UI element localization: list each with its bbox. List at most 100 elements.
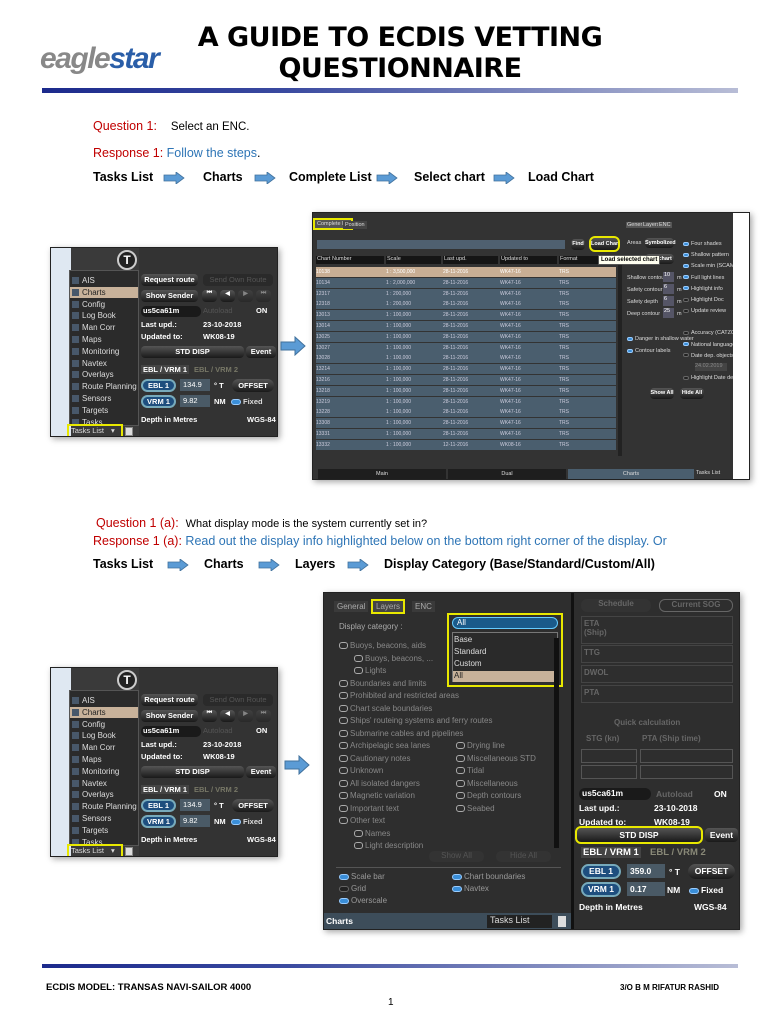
bottom-tab-charts[interactable]: Charts	[568, 469, 694, 479]
schedule-button[interactable]: Schedule	[581, 599, 651, 612]
offset-button[interactable]: OFFSET	[232, 379, 274, 392]
menu-item-monitoring[interactable]: Monitoring	[70, 766, 138, 777]
toggle-icon[interactable]	[683, 263, 689, 268]
toggle-option[interactable]: Date dep. objects	[683, 353, 734, 359]
event-button[interactable]: Event	[705, 828, 738, 842]
tasks-list-button[interactable]: Tasks List ▾	[67, 424, 123, 436]
side-tab-enc[interactable]: ENC	[658, 222, 672, 228]
t-button[interactable]: T	[117, 670, 137, 690]
contour-input[interactable]: 25	[663, 308, 674, 318]
calc-field[interactable]	[581, 749, 637, 763]
tab-ebl-vrm-1[interactable]: EBL / VRM 1	[581, 847, 641, 858]
table-row[interactable]: 13214 1 : 100,000 28-11-2016 WK47-16 TRS	[316, 364, 616, 375]
chart-select[interactable]: us5ca61m	[141, 726, 201, 737]
checkbox[interactable]	[72, 324, 79, 332]
toggle-option[interactable]: Full light lines	[683, 275, 724, 281]
checkbox[interactable]	[72, 383, 79, 391]
menu-item-overlays[interactable]: Overlays	[70, 369, 138, 380]
menu-item-ais[interactable]: AIS	[70, 275, 138, 286]
toggle-icon[interactable]	[683, 375, 689, 380]
checkbox-icon[interactable]	[339, 704, 348, 712]
date-input[interactable]: 24.02.2019	[695, 363, 727, 371]
checkbox-icon[interactable]	[354, 667, 363, 675]
autoload-button[interactable]: Autoload	[203, 306, 233, 315]
checkbox-icon[interactable]	[354, 829, 363, 837]
nav-last-button[interactable]: ⏭	[256, 290, 271, 302]
table-row[interactable]: 13219 1 : 100,000 28-11-2016 WK47-16 TRS	[316, 396, 616, 407]
checkbox[interactable]	[72, 406, 79, 414]
show-all-button[interactable]: Show All	[650, 388, 674, 399]
layer-checkbox[interactable]: Ships' routeing systems and ferry routes	[339, 716, 492, 725]
checkbox[interactable]	[72, 756, 79, 763]
checkbox-icon[interactable]	[456, 804, 465, 812]
nav-next-button[interactable]: ▶	[238, 710, 253, 722]
request-route-button[interactable]: Request route	[141, 274, 198, 286]
menu-item-monitoring[interactable]: Monitoring	[70, 346, 138, 357]
checkbox[interactable]	[72, 720, 79, 728]
menu-item-charts[interactable]: Charts	[70, 286, 138, 298]
toggle-icon[interactable]	[689, 887, 699, 894]
toggle-option[interactable]: Highlight Doc	[683, 297, 724, 303]
menu-item-charts[interactable]: Charts	[70, 706, 138, 718]
checkbox[interactable]	[72, 359, 79, 367]
event-button[interactable]: Event	[246, 766, 276, 778]
calc-field[interactable]	[640, 765, 733, 779]
vrm-value-field[interactable]: 9.82	[180, 815, 210, 827]
column-header[interactable]: Scale	[386, 256, 441, 264]
panel-toggle-icon[interactable]	[125, 427, 133, 436]
offset-button[interactable]: OFFSET	[688, 864, 735, 879]
layer-checkbox[interactable]: Submarine cables and pipelines	[339, 729, 463, 738]
checkbox-icon[interactable]	[456, 742, 465, 750]
ebl-value-field[interactable]: 359.0	[627, 864, 665, 878]
ebl1-button[interactable]: EBL 1	[581, 864, 621, 879]
tab-ebl-vrm-2[interactable]: EBL / VRM 2	[650, 847, 706, 858]
toggle-icon[interactable]	[683, 275, 689, 280]
contour-input[interactable]: 6	[663, 296, 674, 306]
panel-toggle-icon[interactable]	[558, 916, 566, 927]
menu-item-maps[interactable]: Maps	[70, 754, 138, 765]
menu-item-log-book[interactable]: Log Book	[70, 310, 138, 321]
layer-checkbox[interactable]: Buoys, beacons, aids	[339, 641, 426, 650]
tab-ebl-vrm-2[interactable]: EBL / VRM 2	[194, 365, 238, 374]
layer-checkbox[interactable]: Important text	[339, 804, 399, 813]
toggle-option[interactable]: Navtex	[452, 884, 489, 893]
checkbox-icon[interactable]	[339, 817, 348, 825]
table-row[interactable]: 13027 1 : 100,000 28-11-2016 WK47-16 TRS	[316, 342, 616, 353]
layer-checkbox[interactable]: All isolated dangers	[339, 779, 420, 788]
checkbox[interactable]	[72, 732, 79, 740]
calc-field[interactable]	[581, 765, 637, 779]
bottom-tab-main[interactable]: Main	[318, 469, 446, 479]
areas-select[interactable]: Symbolized	[645, 238, 676, 248]
toggle-icon[interactable]	[683, 297, 689, 302]
toggle-icon[interactable]	[339, 897, 349, 904]
toggle-option[interactable]: Contour labels	[627, 348, 670, 354]
option-base[interactable]: Base	[453, 635, 557, 646]
checkbox-icon[interactable]	[456, 767, 465, 775]
checkbox-icon[interactable]	[354, 842, 363, 850]
vrm1-button[interactable]: VRM 1	[141, 395, 176, 408]
display-category-select[interactable]: All	[452, 617, 558, 629]
layer-checkbox[interactable]: Tidal	[456, 766, 484, 775]
table-row[interactable]: 12318 1 : 200,000 28-11-2016 WK47-16 TRS	[316, 299, 616, 310]
checkbox[interactable]	[72, 803, 79, 811]
fixed-toggle[interactable]: Fixed	[689, 885, 723, 895]
menu-item-navtex[interactable]: Navtex	[70, 778, 138, 789]
table-row[interactable]: 12317 1 : 200,000 28-11-2016 WK47-16 TRS	[316, 288, 616, 299]
layer-checkbox[interactable]: Other text	[339, 816, 385, 825]
panel-toggle-icon[interactable]	[125, 847, 133, 856]
fixed-toggle[interactable]: Fixed	[231, 397, 263, 406]
checkbox-icon[interactable]	[339, 692, 348, 700]
table-row[interactable]: 13228 1 : 100,000 28-11-2016 WK47-16 TRS	[316, 407, 616, 418]
table-row[interactable]: 13331 1 : 100,000 28-11-2016 WK47-16 TRS	[316, 429, 616, 439]
fixed-toggle[interactable]: Fixed	[231, 817, 263, 826]
option-custom[interactable]: Custom	[453, 659, 557, 670]
menu-item-navtex[interactable]: Navtex	[70, 358, 138, 369]
table-row[interactable]: 13028 1 : 100,000 28-11-2016 WK47-16 TRS	[316, 353, 616, 364]
menu-item-targets[interactable]: Targets	[70, 825, 138, 836]
checkbox[interactable]	[72, 300, 79, 308]
contour-input[interactable]: 6	[663, 284, 674, 294]
layer-checkbox[interactable]: Archipelagic sea lanes	[339, 741, 430, 750]
tasks-list-button[interactable]: Tasks List	[487, 915, 552, 928]
ebl1-button[interactable]: EBL 1	[141, 379, 176, 392]
toggle-icon[interactable]	[627, 336, 633, 341]
